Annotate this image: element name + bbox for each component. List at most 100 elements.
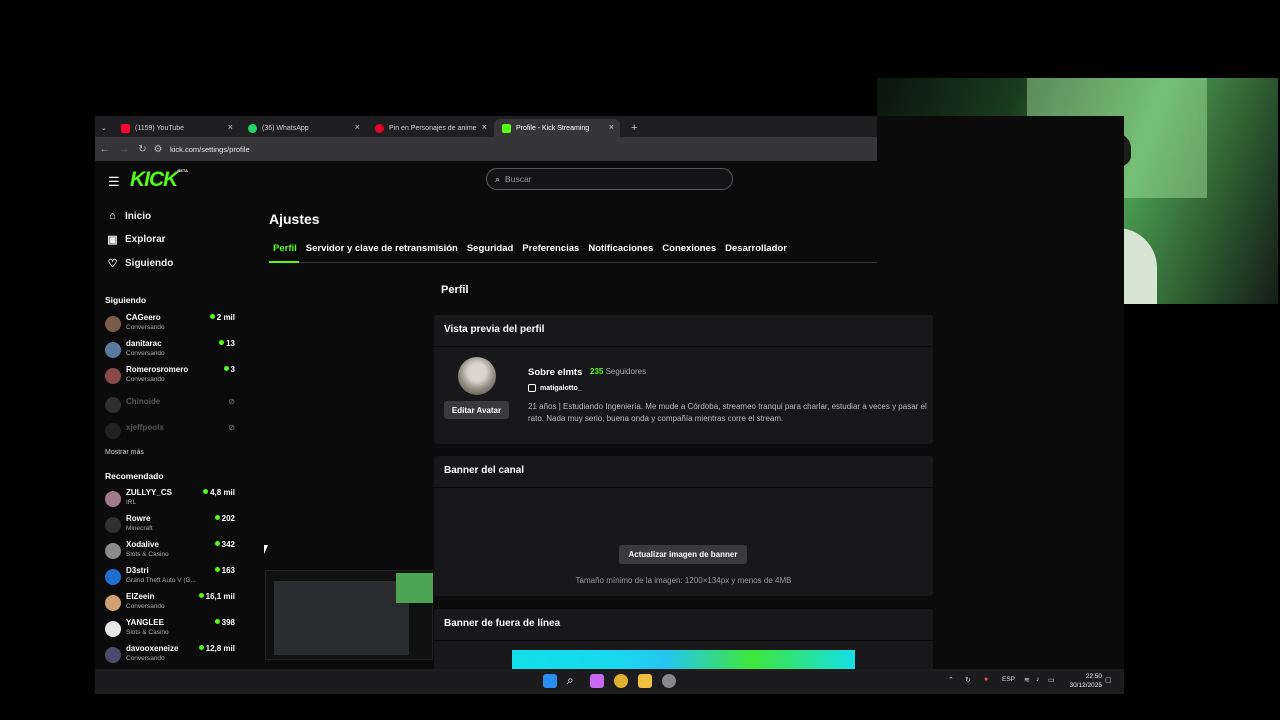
tab-kick[interactable]: Profile - Kick Streaming × — [494, 119, 620, 137]
language-indicator[interactable]: ESP — [1002, 676, 1015, 683]
windows-start-icon[interactable] — [543, 674, 557, 688]
tab-whatsapp[interactable]: (36) WhatsApp × — [240, 119, 366, 137]
tab-preferencias[interactable]: Preferencias — [522, 243, 579, 254]
avatar — [105, 342, 121, 358]
channel-item[interactable]: davooxeneize Conversando 12,8 mil — [105, 644, 237, 668]
tab-seguridad[interactable]: Seguridad — [467, 243, 513, 254]
tab-perfil[interactable]: Perfil — [269, 243, 297, 254]
avatar — [105, 397, 121, 413]
avatar — [105, 621, 121, 637]
tab-notificaciones[interactable]: Notificaciones — [588, 243, 653, 254]
app-icon[interactable] — [662, 674, 676, 688]
tabs-divider — [269, 262, 877, 263]
wifi-icon[interactable]: ≋ — [1024, 676, 1030, 684]
active-tab-underline — [269, 261, 299, 263]
sidebar-item-siguiendo[interactable]: ♡ Siguiendo — [105, 257, 174, 270]
section-title: Perfil — [441, 284, 469, 296]
url-field[interactable]: kick.com/settings/profile — [170, 145, 250, 154]
tray-chevron-icon[interactable]: ⌃ — [948, 676, 954, 684]
following-section-title: Siguiendo — [105, 295, 147, 305]
avatar — [105, 543, 121, 559]
reload-icon[interactable]: ↻ — [133, 144, 152, 155]
avatar — [105, 368, 121, 384]
sidebar-item-explorar[interactable]: ▣ Explorar — [105, 233, 165, 246]
clock[interactable]: 22:50 30/12/2025 — [1069, 672, 1102, 690]
close-icon[interactable]: × — [482, 122, 487, 132]
taskbar: ⌕ ⌃ ↻ ● ESP ≋ ♪ ▭ 22:50 30/12/2025 ▢ — [95, 669, 1124, 694]
edit-avatar-button[interactable]: Editar Avatar — [444, 401, 509, 419]
chrome-icon[interactable] — [614, 674, 628, 688]
offline-banner-card: Banner de fuera de línea — [434, 609, 933, 671]
channel-item-offline[interactable]: xjeffpoolx ⊘ — [105, 423, 237, 447]
search-icon[interactable]: ⌕ — [567, 673, 581, 687]
instagram-link[interactable]: matigalotto_ — [528, 384, 582, 392]
offline-icon: ⊘ — [228, 397, 235, 406]
instagram-icon — [528, 384, 536, 392]
card-title: Banner de fuera de línea — [444, 618, 561, 629]
tab-label: (36) WhatsApp — [262, 124, 309, 132]
tab-desarrollador[interactable]: Desarrollador — [725, 243, 787, 254]
copilot-icon[interactable] — [590, 674, 604, 688]
offline-banner-image[interactable] — [512, 650, 855, 669]
back-icon[interactable]: ← — [95, 144, 114, 155]
search-input[interactable]: ⌕ Buscar — [486, 168, 733, 190]
recommended-section-title: Recomendado — [105, 471, 164, 481]
menu-icon[interactable]: ☰ — [108, 174, 120, 190]
home-icon: ⌂ — [109, 210, 116, 222]
followers-count: 235 Seguidores — [590, 367, 647, 376]
tab-label: Pin en Personajes de anime — [389, 124, 477, 132]
tab-pinterest[interactable]: Pin en Personajes de anime × — [367, 119, 493, 137]
avatar — [105, 569, 121, 585]
volume-icon[interactable]: ♪ — [1036, 676, 1040, 683]
address-bar: ← → ↻ ⚙ kick.com/settings/profile — [95, 137, 877, 161]
youtube-icon — [121, 123, 130, 133]
channel-item-offline[interactable]: Chinoide ⊘ — [105, 397, 237, 421]
forward-icon[interactable]: → — [114, 144, 133, 155]
tab-search-button[interactable]: ⌄ — [95, 119, 113, 137]
show-more-link[interactable]: Mostrar más — [105, 449, 144, 456]
channel-item[interactable]: Romerosromero Conversando 3 — [105, 365, 237, 389]
new-tab-button[interactable]: + — [623, 119, 639, 137]
banner-hint: Tamaño mínimo de la imagen: 1200×134px y… — [575, 576, 792, 585]
close-icon[interactable]: × — [355, 122, 360, 132]
avatar — [458, 357, 496, 395]
channel-item[interactable]: ZULLYY_CS IRL 4,8 mil — [105, 488, 237, 512]
mic-icon[interactable]: ● — [984, 676, 988, 683]
avatar — [105, 423, 121, 439]
search-icon: ⌕ — [495, 173, 501, 184]
avatar — [105, 517, 121, 533]
channel-item[interactable]: YANGLEE Slots & Casino 398 — [105, 618, 237, 642]
channel-item[interactable]: Xodalive Slots & Casino 342 — [105, 540, 237, 564]
site-info-icon[interactable]: ⚙ — [152, 144, 164, 155]
tab-label: Profile - Kick Streaming — [516, 124, 590, 132]
channel-item[interactable]: ElZeein Conversando 16,1 mil — [105, 592, 237, 616]
channel-item[interactable]: D3stri Grand Theft Auto V (G... 163 — [105, 566, 237, 590]
close-icon[interactable]: × — [609, 122, 614, 132]
update-banner-button[interactable]: Actualizar imagen de banner — [619, 545, 747, 564]
tab-label: (1159) YouTube — [135, 124, 185, 132]
offline-icon: ⊘ — [228, 423, 235, 432]
stream-preview-thumbnail — [265, 570, 433, 660]
tab-conexiones[interactable]: Conexiones — [662, 243, 716, 254]
channel-item[interactable]: danitarac Conversando 13 — [105, 339, 237, 363]
pinterest-icon — [375, 123, 384, 133]
channel-item[interactable]: CAGeero Conversando 2 mil — [105, 313, 237, 337]
sidebar-item-inicio[interactable]: ⌂ Inicio — [105, 210, 151, 222]
browser-window: ⌄ (1159) YouTube × (36) WhatsApp × Pin e… — [95, 116, 1124, 694]
channel-item[interactable]: Rowre Minecraft 202 — [105, 514, 237, 538]
channel-banner-card: Banner del canal Actualizar imagen de ba… — [434, 456, 933, 596]
notification-icon[interactable]: ▢ — [1105, 676, 1112, 684]
page-title: Ajustes — [269, 211, 320, 227]
tab-bar: ⌄ (1159) YouTube × (36) WhatsApp × Pin e… — [95, 116, 877, 137]
tab-youtube[interactable]: (1159) YouTube × — [113, 119, 239, 137]
about-title: Sobre elmts — [528, 367, 583, 378]
battery-icon[interactable]: ▭ — [1048, 676, 1055, 684]
tab-servidor[interactable]: Servidor y clave de retransmisión — [306, 243, 458, 254]
close-icon[interactable]: × — [228, 122, 233, 132]
search-placeholder: Buscar — [505, 174, 532, 184]
avatar — [105, 595, 121, 611]
kick-logo[interactable]: KICKBETA — [130, 168, 188, 192]
file-explorer-icon[interactable] — [638, 674, 652, 688]
compass-icon: ▣ — [107, 234, 118, 246]
sync-icon[interactable]: ↻ — [965, 676, 971, 684]
